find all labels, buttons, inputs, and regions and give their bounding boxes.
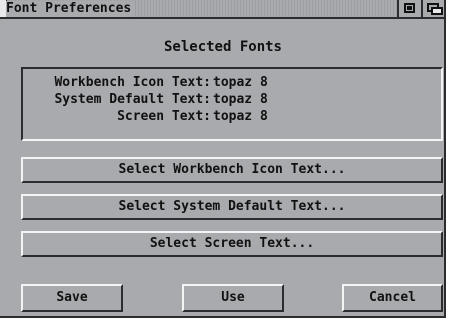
select-system-default-text-button[interactable]: Select System Default Text... xyxy=(21,194,443,220)
workbench-icon-text-value: topaz 8 xyxy=(213,75,268,90)
select-workbench-icon-text-button[interactable]: Select Workbench Icon Text... xyxy=(21,157,443,183)
title-bar[interactable]: Font Preferences xyxy=(0,0,444,19)
system-default-text-label: System Default Text: xyxy=(54,92,211,107)
depth-gadget-icon[interactable] xyxy=(421,0,444,17)
selected-fonts-heading: Selected Fonts xyxy=(163,39,282,55)
workbench-icon-text-label: Workbench Icon Text: xyxy=(54,75,211,90)
selected-fonts-box: Workbench Icon Text: topaz 8 System Defa… xyxy=(21,67,443,141)
cancel-button[interactable]: Cancel xyxy=(342,284,443,312)
zoom-gadget-icon[interactable] xyxy=(397,0,421,17)
system-default-text-value: topaz 8 xyxy=(213,92,268,107)
use-button[interactable]: Use xyxy=(182,284,284,312)
screen-text-value: topaz 8 xyxy=(213,109,268,124)
zoom-inner-box xyxy=(407,6,412,10)
window-title: Font Preferences xyxy=(6,1,135,17)
depth-front-box xyxy=(431,7,443,15)
screen-text-label: Screen Text: xyxy=(117,109,211,124)
select-screen-text-button[interactable]: Select Screen Text... xyxy=(21,231,443,257)
font-preferences-window: Font Preferences Selected Fonts Workbenc… xyxy=(0,0,446,318)
save-button[interactable]: Save xyxy=(21,284,123,312)
